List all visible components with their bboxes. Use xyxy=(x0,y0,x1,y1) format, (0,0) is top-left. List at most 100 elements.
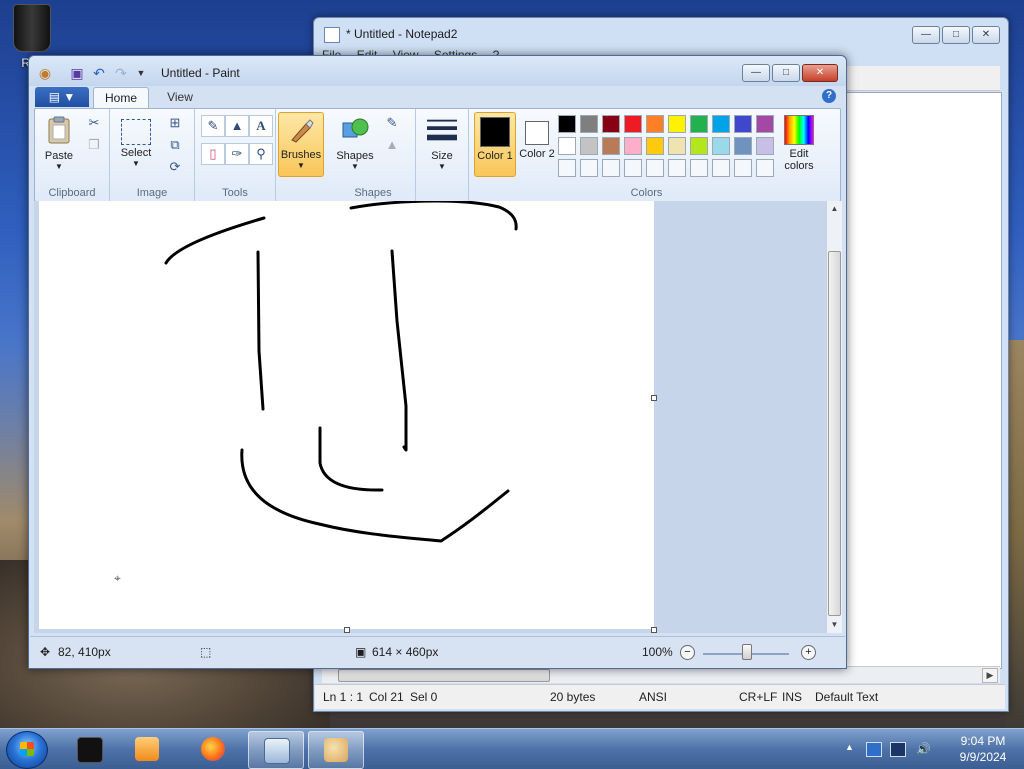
paint-window[interactable]: ◉ ▣ ↶ ↷ ▼ Untitled - Paint — □ ✕ ▤ ▼ Hom… xyxy=(28,55,847,669)
palette-custom-swatch[interactable] xyxy=(580,159,598,177)
palette-swatch[interactable] xyxy=(646,115,664,133)
scroll-up-arrow[interactable]: ▲ xyxy=(829,203,840,215)
color-picker-icon[interactable]: ✑ xyxy=(225,143,249,165)
vscroll-thumb[interactable] xyxy=(828,251,841,616)
palette-swatch[interactable] xyxy=(668,137,686,155)
clipboard-group: Paste ▼ ✂ ❐ Clipboard xyxy=(35,109,110,201)
palette-custom-swatch[interactable] xyxy=(602,159,620,177)
resize-icon[interactable]: ⧉ xyxy=(166,137,184,153)
palette-swatch[interactable] xyxy=(756,115,774,133)
magnifier-icon[interactable]: ⚲ xyxy=(249,143,273,165)
zoom-out-button[interactable]: − xyxy=(680,645,695,660)
palette-swatch[interactable] xyxy=(580,137,598,155)
select-button[interactable]: Select ▼ xyxy=(118,113,154,168)
palette-swatch[interactable] xyxy=(624,137,642,155)
redo-icon[interactable]: ↷ xyxy=(113,65,129,81)
palette-swatch[interactable] xyxy=(756,137,774,155)
palette-swatch[interactable] xyxy=(558,115,576,133)
tray-volume-icon[interactable]: 🔊 xyxy=(916,742,931,756)
rotate-icon[interactable]: ⟳ xyxy=(166,159,184,175)
tray-expand-icon[interactable]: ▲ xyxy=(845,742,859,755)
palette-swatch[interactable] xyxy=(690,137,708,155)
taskbar-app-firefox[interactable] xyxy=(186,731,240,767)
drawing-canvas[interactable]: ⌖ xyxy=(39,201,654,629)
paint-app-icon[interactable]: ◉ xyxy=(37,65,53,81)
tab-home[interactable]: Home xyxy=(93,87,149,109)
edit-colors-button[interactable]: Edit colors xyxy=(779,113,819,172)
canvas-resize-handle-right[interactable] xyxy=(651,395,657,401)
notepad-app-icon xyxy=(324,27,340,43)
color1-button[interactable]: Color 1 xyxy=(474,112,516,177)
zoom-slider-thumb[interactable] xyxy=(742,644,752,660)
select-icon xyxy=(121,119,151,145)
palette-custom-swatch[interactable] xyxy=(712,159,730,177)
paint-maximize-button[interactable]: □ xyxy=(772,64,800,82)
paste-button[interactable]: Paste ▼ xyxy=(41,113,77,171)
cut-icon[interactable]: ✂ xyxy=(85,115,103,131)
palette-custom-swatch[interactable] xyxy=(558,159,576,177)
notepad-minimize-button[interactable]: — xyxy=(912,26,940,44)
save-icon[interactable]: ▣ xyxy=(69,65,85,81)
paint-minimize-button[interactable]: — xyxy=(742,64,770,82)
brushes-button[interactable]: Brushes ▼ xyxy=(278,112,324,177)
palette-swatch[interactable] xyxy=(712,115,730,133)
tray-clock[interactable]: 9:04 PM 9/9/2024 xyxy=(948,733,1018,765)
canvas-vertical-scrollbar[interactable]: ▲ ▼ xyxy=(826,201,842,633)
brush-icon xyxy=(291,119,314,143)
taskbar-app-paint[interactable] xyxy=(308,731,364,769)
palette-swatch[interactable] xyxy=(624,115,642,133)
palette-swatch[interactable] xyxy=(690,115,708,133)
shapes-button[interactable]: Shapes ▼ xyxy=(335,113,375,171)
size-button[interactable]: Size ▼ xyxy=(422,113,462,171)
paint-menu-button[interactable]: ▤ ▼ xyxy=(35,87,89,107)
notepad-hscroll-thumb[interactable] xyxy=(338,669,550,682)
canvas-resize-handle-corner[interactable] xyxy=(651,627,657,633)
palette-swatch[interactable] xyxy=(646,137,664,155)
paint-titlebar[interactable]: ◉ ▣ ↶ ↷ ▼ Untitled - Paint — □ ✕ xyxy=(29,56,846,86)
notepad-hscroll-right-arrow[interactable]: ▶ xyxy=(982,668,998,683)
tray-network-icon[interactable] xyxy=(890,742,906,757)
notepad-close-button[interactable]: ✕ xyxy=(972,26,1000,44)
palette-custom-swatch[interactable] xyxy=(668,159,686,177)
customize-qat-icon[interactable]: ▼ xyxy=(133,65,149,81)
stroke-bottom-curve xyxy=(240,448,510,543)
taskbar-app-media-player[interactable] xyxy=(120,731,174,767)
palette-swatch[interactable] xyxy=(734,115,752,133)
fill-icon[interactable]: ▲ xyxy=(225,115,249,137)
tab-view[interactable]: View xyxy=(155,87,205,108)
notepad-maximize-button[interactable]: □ xyxy=(942,26,970,44)
palette-swatch[interactable] xyxy=(602,137,620,155)
notepad-status-position: Ln 1 : 1 xyxy=(323,690,364,704)
taskbar-app-notepad2[interactable] xyxy=(248,731,304,769)
zoom-in-button[interactable]: + xyxy=(801,645,816,660)
text-icon[interactable]: A xyxy=(249,115,273,137)
help-icon[interactable]: ? xyxy=(822,89,836,103)
palette-swatch[interactable] xyxy=(580,115,598,133)
color2-label: Color 2 xyxy=(519,148,555,160)
palette-swatch[interactable] xyxy=(712,137,730,155)
undo-icon[interactable]: ↶ xyxy=(91,65,107,81)
tray-security-icon[interactable] xyxy=(866,742,882,757)
edit-colors-label: Edit colors xyxy=(784,148,814,172)
outline-icon[interactable]: ✎ xyxy=(383,115,401,131)
crop-icon[interactable]: ⊞ xyxy=(166,115,184,131)
palette-swatch[interactable] xyxy=(668,115,686,133)
pencil-icon[interactable]: ✎ xyxy=(201,115,225,137)
taskbar-app-terminal[interactable] xyxy=(62,731,116,767)
palette-custom-swatch[interactable] xyxy=(624,159,642,177)
paint-close-button[interactable]: ✕ xyxy=(802,64,838,82)
palette-custom-swatch[interactable] xyxy=(646,159,664,177)
palette-swatch[interactable] xyxy=(558,137,576,155)
palette-custom-swatch[interactable] xyxy=(690,159,708,177)
palette-swatch[interactable] xyxy=(734,137,752,155)
eraser-icon[interactable]: ▯ xyxy=(201,143,225,165)
palette-custom-swatch[interactable] xyxy=(734,159,752,177)
shape-fill-icon[interactable]: ▲ xyxy=(383,137,401,153)
color2-button[interactable]: Color 2 xyxy=(517,113,557,160)
canvas-resize-handle-bottom[interactable] xyxy=(344,627,350,633)
scroll-down-arrow[interactable]: ▼ xyxy=(829,619,840,631)
copy-icon[interactable]: ❐ xyxy=(85,137,103,153)
start-button[interactable] xyxy=(6,731,48,769)
palette-custom-swatch[interactable] xyxy=(756,159,774,177)
palette-swatch[interactable] xyxy=(602,115,620,133)
